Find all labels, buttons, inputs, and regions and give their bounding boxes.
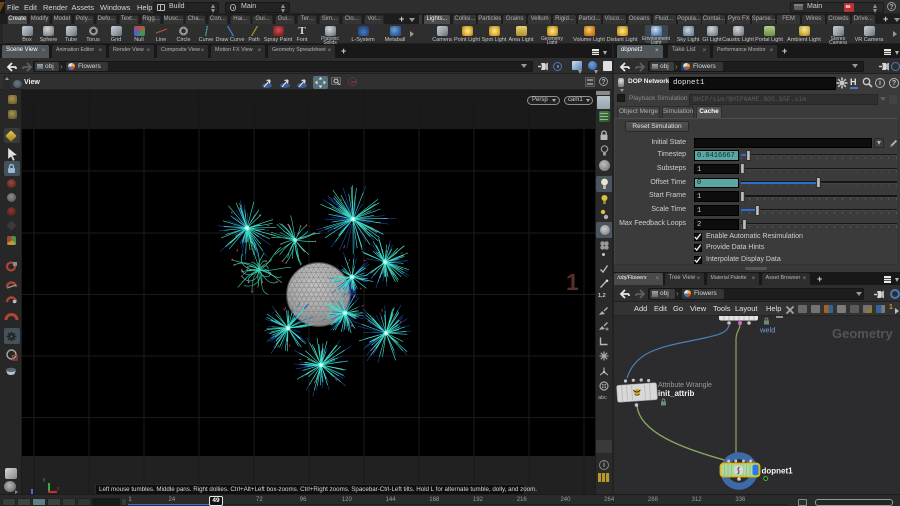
svg-text:init_attrib: init_attrib [658,389,695,398]
svg-text:Attribute Wrangle: Attribute Wrangle [658,382,712,389]
svg-text:Geometry: Geometry [832,326,893,341]
svg-text:dopnet1: dopnet1 [762,467,794,476]
svg-text:1: 1 [566,269,579,295]
svg-text:weld: weld [759,326,775,335]
